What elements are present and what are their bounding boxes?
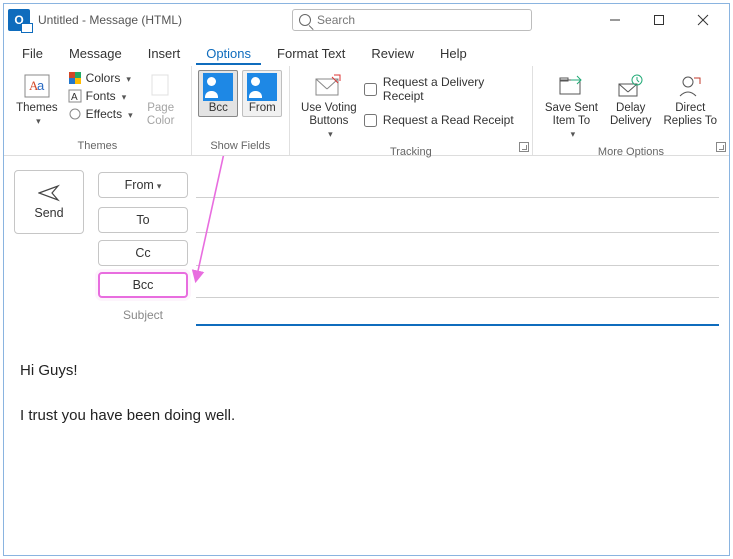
- from-button[interactable]: From: [98, 172, 188, 198]
- search-icon: [299, 14, 311, 26]
- ribbon: Aa Themes Colors AFonts Effects Page Col…: [4, 66, 729, 156]
- menu-help[interactable]: Help: [430, 42, 477, 65]
- chevron-down-icon: [120, 89, 127, 103]
- save-sent-item-to-button[interactable]: Save Sent Item To: [541, 70, 602, 144]
- window-title: Untitled - Message (HTML): [38, 13, 182, 27]
- menu-review[interactable]: Review: [361, 42, 424, 65]
- subject-label: Subject: [98, 308, 188, 322]
- svg-text:A: A: [71, 92, 78, 103]
- menu-format-text[interactable]: Format Text: [267, 42, 355, 65]
- to-field[interactable]: [196, 207, 719, 233]
- body-paragraph: I trust you have been doing well.: [20, 405, 713, 428]
- chevron-down-icon: [33, 115, 41, 128]
- themes-button[interactable]: Aa Themes: [12, 70, 62, 130]
- chevron-down-icon: [325, 128, 333, 141]
- dialog-launcher-icon[interactable]: [519, 142, 529, 152]
- ribbon-group-more-options: Save Sent Item To Delay Delivery Direct …: [533, 66, 729, 155]
- fonts-button[interactable]: AFonts: [66, 88, 135, 104]
- search-placeholder: Search: [317, 13, 355, 27]
- menubar: File Message Insert Options Format Text …: [4, 36, 729, 66]
- direct-replies-to-button[interactable]: Direct Replies To: [660, 70, 722, 130]
- from-field[interactable]: [196, 172, 719, 198]
- delay-delivery-button[interactable]: Delay Delivery: [606, 70, 656, 130]
- search-input[interactable]: Search: [292, 9, 532, 31]
- send-icon: [38, 184, 60, 202]
- menu-insert[interactable]: Insert: [138, 42, 191, 65]
- delivery-receipt-checkbox[interactable]: Request a Delivery Receipt: [364, 74, 524, 104]
- svg-text:a: a: [37, 78, 45, 93]
- cc-button[interactable]: Cc: [98, 240, 188, 266]
- chevron-down-icon: [124, 71, 131, 85]
- window-controls: [593, 6, 725, 34]
- read-receipt-checkbox[interactable]: Request a Read Receipt: [364, 112, 524, 128]
- message-body[interactable]: Hi Guys! I trust you have been doing wel…: [14, 326, 719, 455]
- maximize-button[interactable]: [637, 6, 681, 34]
- minimize-button[interactable]: [593, 6, 637, 34]
- cc-field[interactable]: [196, 240, 719, 266]
- chevron-down-icon: [568, 128, 576, 141]
- to-button[interactable]: To: [98, 207, 188, 233]
- compose-area: Send From To Cc Bcc Subject Hi Guys! I t…: [4, 156, 729, 555]
- ribbon-from-toggle[interactable]: From: [242, 70, 282, 117]
- bcc-button[interactable]: Bcc: [98, 272, 188, 298]
- colors-button[interactable]: Colors: [66, 70, 135, 86]
- use-voting-buttons[interactable]: Use Voting Buttons: [298, 70, 360, 144]
- body-paragraph: Hi Guys!: [20, 360, 713, 383]
- send-button[interactable]: Send: [14, 170, 84, 234]
- ribbon-group-show-fields: Bcc From Show Fields: [192, 66, 290, 155]
- outlook-app-icon: O: [8, 9, 30, 31]
- menu-options[interactable]: Options: [196, 42, 261, 65]
- group-label-themes: Themes: [12, 138, 183, 153]
- outlook-message-window: O Untitled - Message (HTML) Search File …: [3, 3, 730, 556]
- bcc-field[interactable]: [196, 272, 719, 298]
- titlebar: O Untitled - Message (HTML) Search: [4, 4, 729, 36]
- chevron-down-icon: [154, 178, 162, 192]
- effects-button[interactable]: Effects: [66, 106, 135, 122]
- chevron-down-icon: [126, 107, 133, 121]
- subject-field[interactable]: [196, 304, 719, 326]
- ribbon-group-themes: Aa Themes Colors AFonts Effects Page Col…: [4, 66, 192, 155]
- dialog-launcher-icon[interactable]: [716, 142, 726, 152]
- group-label-show-fields: Show Fields: [200, 138, 281, 153]
- close-button[interactable]: [681, 6, 725, 34]
- ribbon-bcc-toggle[interactable]: Bcc: [198, 70, 238, 117]
- ribbon-group-tracking: Use Voting Buttons Request a Delivery Re…: [290, 66, 533, 155]
- menu-message[interactable]: Message: [59, 42, 132, 65]
- menu-file[interactable]: File: [12, 42, 53, 65]
- person-icon: [203, 73, 233, 101]
- person-icon: [247, 73, 277, 101]
- page-color-button[interactable]: Page Color: [139, 70, 183, 130]
